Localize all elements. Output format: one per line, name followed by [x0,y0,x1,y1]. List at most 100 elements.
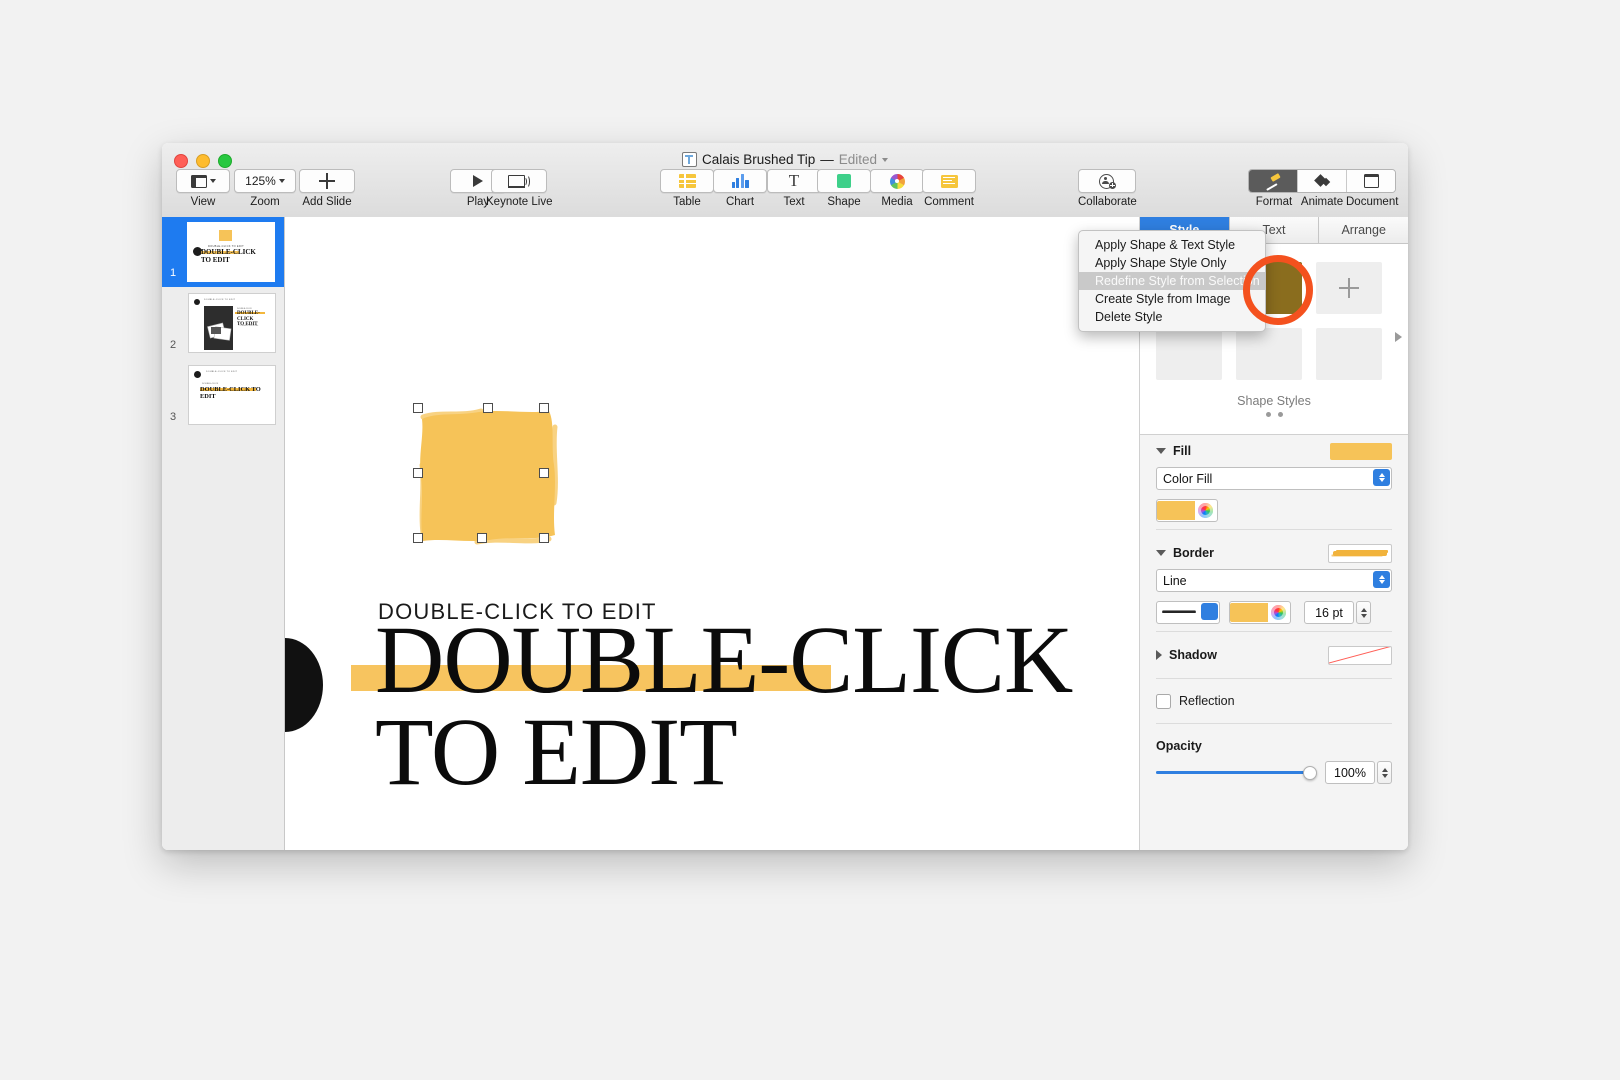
slider-knob[interactable] [1303,765,1317,780]
media-button[interactable] [870,169,924,193]
menu-item-apply-shape-style-only[interactable]: Apply Shape Style Only [1079,254,1265,272]
slide-thumbnail-2[interactable]: DOUBLE-CLICK TO EDIT DOUBLE-CLICK DOUBLE… [162,287,284,359]
menu-item-redefine-style-from-selection[interactable]: Redefine Style from Selection [1079,272,1265,290]
resize-handle-nw[interactable] [413,403,423,413]
shape-style-swatch-4[interactable] [1156,328,1222,380]
opacity-stepper[interactable] [1377,761,1392,784]
toolbar-shape[interactable]: Shape [817,169,871,208]
border-width-field[interactable]: 16 pt [1304,601,1354,624]
shape-button[interactable] [817,169,871,193]
border-type-popup[interactable]: Line [1156,569,1392,592]
keynote-window: Calais Brushed Tip — Edited View 125% Zo… [162,143,1408,850]
slide-headline-line1[interactable]: DOUBLE-CLICK [375,612,1073,708]
brush-stroke-preview [1333,550,1387,556]
collaborate-button[interactable] [1078,169,1137,193]
text-button[interactable]: T [767,169,821,193]
slide-number: 3 [170,411,177,423]
view-label: View [190,196,216,208]
plus-icon [319,173,335,189]
toolbar-view[interactable]: View [176,169,230,208]
toolbar-text[interactable]: T Text [767,169,821,208]
resize-handle-e[interactable] [539,468,549,478]
color-wheel-icon[interactable] [1198,503,1213,518]
document-title-bar[interactable]: Calais Brushed Tip — Edited [162,152,1408,167]
chevron-down-icon[interactable] [882,157,889,162]
keynote-live-button[interactable] [491,169,548,193]
pagination-dot-2[interactable] [1277,412,1283,417]
color-wheel-icon[interactable] [1271,605,1286,620]
disclosure-triangle-icon[interactable] [1156,550,1166,556]
disclosure-triangle-icon[interactable] [1156,650,1162,660]
reflection-checkbox[interactable] [1156,693,1171,709]
next-styles-arrow-icon[interactable] [1395,332,1402,342]
resize-handle-se[interactable] [539,533,549,543]
view-button[interactable] [176,169,230,193]
fill-color-well[interactable] [1156,499,1218,522]
menu-item-create-style-from-image[interactable]: Create Style from Image [1079,290,1265,308]
format-tab-button[interactable] [1249,170,1298,192]
popup-stepper-icon[interactable] [1373,571,1390,588]
zoom-button[interactable]: 125% [234,169,296,193]
resize-handle-sw[interactable] [413,533,423,543]
shadow-header[interactable]: Shadow [1156,639,1392,671]
border-color-chip[interactable] [1230,603,1268,622]
toolbar-add-slide[interactable]: Add Slide [299,169,355,208]
fill-type-popup[interactable]: Color Fill [1156,467,1392,490]
table-label: Table [673,196,701,208]
border-color-well[interactable] [1229,601,1291,624]
add-shape-style-button[interactable] [1316,262,1382,314]
border-width-stepper[interactable] [1356,601,1371,624]
pagination-dot-1[interactable] [1265,412,1271,417]
opacity-slider[interactable] [1156,765,1317,780]
title-separator: — [820,152,834,167]
toolbar-zoom[interactable]: 125% Zoom [234,169,296,208]
comment-button[interactable] [922,169,976,193]
fill-preview-swatch[interactable] [1330,442,1392,460]
animate-label: Animate [1300,196,1344,208]
border-header[interactable]: Border [1156,537,1392,569]
animate-tab-button[interactable] [1298,170,1347,192]
disclosure-triangle-icon[interactable] [1156,448,1166,454]
tab-arrange[interactable]: Arrange [1319,217,1408,243]
shape-style-swatch-5[interactable] [1236,328,1302,380]
border-label: Border [1173,546,1214,560]
slide-number: 2 [170,339,177,351]
popup-stepper-icon[interactable] [1373,469,1390,486]
resize-handle-ne[interactable] [539,403,549,413]
popup-stepper-icon[interactable] [1201,603,1218,620]
slide-canvas[interactable]: DOUBLE-CLICK TO EDIT DOUBLE-CLICK TO EDI… [285,217,1140,850]
toolbar-comment[interactable]: Comment [922,169,976,208]
shadow-preview-swatch[interactable] [1328,645,1392,665]
toolbar-chart[interactable]: Chart [713,169,767,208]
resize-handle-s[interactable] [477,533,487,543]
document-tab-button[interactable] [1347,170,1395,192]
add-slide-button[interactable] [299,169,355,193]
fill-header[interactable]: Fill [1156,435,1392,467]
chart-button[interactable] [713,169,767,193]
shape-icon [837,174,851,188]
resize-handle-w[interactable] [413,468,423,478]
toolbar-keynote-live[interactable]: Keynote Live [486,169,553,208]
border-preview-swatch[interactable] [1328,543,1392,563]
slide-thumbnail-3[interactable]: DOUBLE-CLICK TO EDIT DOUBLE-CLICK DOUBLE… [162,359,284,431]
style-context-menu[interactable]: Apply Shape & Text Style Apply Shape Sty… [1078,230,1266,332]
inspector-segmented-control[interactable] [1248,169,1396,193]
toolbar-table[interactable]: Table [660,169,714,208]
selected-shape[interactable] [413,403,561,547]
shape-style-swatch-6[interactable] [1316,328,1382,380]
slide-surface[interactable]: DOUBLE-CLICK TO EDIT DOUBLE-CLICK TO EDI… [285,217,1139,850]
toolbar-media[interactable]: Media [870,169,924,208]
menu-item-delete-style[interactable]: Delete Style [1079,308,1265,326]
slide-navigator[interactable]: DOUBLE-CLICK TO EDIT DOUBLE-CLICK TO EDIT… [162,217,285,850]
reflection-row[interactable]: Reflection [1156,686,1392,716]
resize-handle-n[interactable] [483,403,493,413]
divider [1156,723,1392,724]
toolbar-collaborate[interactable]: Collaborate [1078,169,1137,208]
slide-thumbnail-1[interactable]: DOUBLE-CLICK TO EDIT DOUBLE-CLICK TO EDIT… [162,217,284,287]
slide-headline-line2[interactable]: TO EDIT [375,704,1072,800]
fill-color-chip[interactable] [1157,501,1195,520]
menu-item-apply-shape-text-style[interactable]: Apply Shape & Text Style [1079,236,1265,254]
table-button[interactable] [660,169,714,193]
border-line-style-popup[interactable] [1156,601,1220,624]
opacity-value-field[interactable]: 100% [1325,761,1375,784]
